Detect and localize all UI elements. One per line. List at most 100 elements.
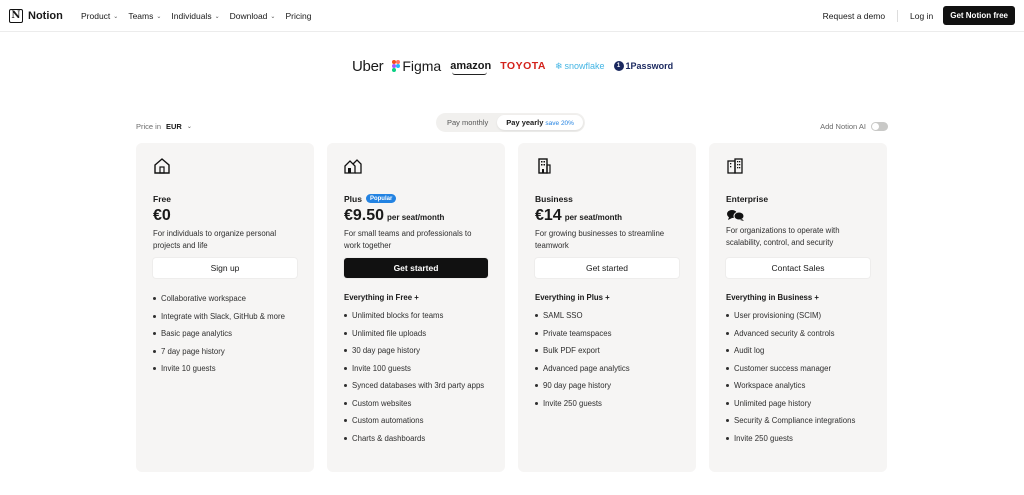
chevron-down-icon: ⌄ <box>156 13 162 20</box>
feature-item: Unlimited page history <box>726 398 870 409</box>
pay-monthly-option[interactable]: Pay monthly <box>438 115 497 130</box>
plan-description: For growing businesses to streamline tea… <box>535 229 665 250</box>
notion-logo[interactable]: N Notion <box>9 9 63 23</box>
pay-yearly-label: Pay yearly <box>506 118 544 127</box>
feature-list: Collaborative workspace Integrate with S… <box>153 293 297 374</box>
price-unit: per seat/month <box>564 213 623 222</box>
login-link[interactable]: Log in <box>910 11 933 21</box>
feature-item: Invite 10 guests <box>153 363 297 374</box>
save-badge: save 20% <box>545 120 574 127</box>
menu-item-individuals[interactable]: Individuals ⌄ <box>171 11 219 21</box>
feature-item: Collaborative workspace <box>153 293 297 304</box>
plan-card-enterprise: Enterprise For organizations to operate … <box>709 143 887 472</box>
plan-description: For small teams and professionals to wor… <box>344 229 472 250</box>
price-amount: €9.50 <box>344 207 385 224</box>
customer-logos: Uber Figma amazon TOYOTA ❄ snowflake 1 1… <box>352 57 674 75</box>
chevron-down-icon: ⌄ <box>270 13 276 20</box>
feature-item: Workspace analytics <box>726 380 870 391</box>
plan-name: Business <box>535 193 573 204</box>
feature-item: Bulk PDF export <box>535 345 679 356</box>
currency-selector[interactable]: Price in EUR ⌄ <box>136 122 192 131</box>
houses-icon <box>344 159 362 174</box>
menu-item-label: Teams <box>128 11 154 21</box>
toyota-logo: TOYOTA <box>500 60 546 72</box>
feature-item: Unlimited blocks for teams <box>344 310 488 321</box>
onepassword-wordmark: 1Password <box>625 61 674 71</box>
popular-badge: Popular <box>365 194 397 203</box>
plan-card-business: Business €14 per seat/month For growing b… <box>518 143 696 472</box>
feature-item: Custom automations <box>344 415 488 426</box>
add-ai-label: Add Notion AI <box>820 122 866 131</box>
snowflake-logo: ❄ snowflake <box>555 61 605 72</box>
main-menu: Product ⌄ Teams ⌄ Individuals ⌄ Download ⌄ P… <box>81 11 311 21</box>
plan-card-free: Free €0 For individuals to organize pers… <box>136 143 314 472</box>
plan-description: For organizations to operate with scalab… <box>726 226 840 247</box>
house-icon <box>154 158 170 174</box>
figma-logo: Figma <box>392 58 441 74</box>
chevron-down-icon: ⌄ <box>214 13 220 20</box>
feature-item: Private teamspaces <box>535 328 679 339</box>
snowflake-icon: ❄ <box>554 60 563 71</box>
feature-item: 30 day page history <box>344 345 488 356</box>
plan-price: €0 <box>153 207 297 226</box>
billing-toggle: Pay monthly Pay yearly save 20% <box>436 113 585 132</box>
feature-item: Unlimited file uploads <box>344 328 488 339</box>
snowflake-wordmark: snowflake <box>564 61 605 71</box>
feature-heading: Everything in Free + <box>344 293 419 302</box>
plan-card-plus: Plus Popular €9.50 per seat/month For smal… <box>327 143 505 472</box>
sign-up-button[interactable]: Sign up <box>153 258 297 278</box>
feature-item: Synced databases with 3rd party apps <box>344 380 488 391</box>
price-in-label: Price in <box>136 122 162 131</box>
chevron-down-icon: ⌄ <box>186 124 192 130</box>
feature-item: Integrate with Slack, GitHub & more <box>153 311 297 322</box>
feature-item: Custom websites <box>344 398 488 409</box>
nav-divider <box>897 9 899 22</box>
feature-item: Advanced page analytics <box>535 363 679 374</box>
amazon-logo: amazon <box>450 60 492 75</box>
pay-yearly-option[interactable]: Pay yearly save 20% <box>497 115 583 130</box>
onepassword-icon: 1 <box>613 61 624 71</box>
currency-value: EUR <box>166 122 182 131</box>
menu-item-pricing[interactable]: Pricing <box>285 11 311 21</box>
feature-item: SAML SSO <box>535 310 679 321</box>
plan-name: Plus <box>344 193 362 204</box>
price-unit: per seat/month <box>387 213 445 222</box>
feature-item: Invite 250 guests <box>535 398 679 409</box>
chat-bubbles-icon <box>726 209 870 221</box>
menu-item-teams[interactable]: Teams ⌄ <box>128 11 161 21</box>
menu-item-label: Individuals <box>171 11 212 21</box>
add-ai-toggle[interactable] <box>871 122 888 131</box>
get-started-button[interactable]: Get started <box>344 258 488 278</box>
chevron-down-icon: ⌄ <box>113 13 119 20</box>
price-amount: €14 <box>535 207 562 224</box>
plan-price: €9.50 per seat/month <box>344 207 488 226</box>
menu-item-download[interactable]: Download ⌄ <box>230 11 276 21</box>
building-icon <box>538 158 551 174</box>
request-demo-link[interactable]: Request a demo <box>823 11 885 21</box>
feature-item: User provisioning (SCIM) <box>726 310 870 321</box>
plan-name: Free <box>153 193 171 204</box>
get-started-button[interactable]: Get started <box>535 258 679 278</box>
add-notion-ai: Add Notion AI <box>820 122 888 131</box>
feature-item: Invite 250 guests <box>726 433 870 444</box>
uber-logo: Uber <box>352 57 384 75</box>
contact-sales-button[interactable]: Contact Sales <box>726 258 870 278</box>
get-notion-free-button[interactable]: Get Notion free <box>943 6 1015 25</box>
figma-wordmark: Figma <box>402 58 442 74</box>
brand-name: Notion <box>28 10 63 22</box>
figma-icon <box>392 60 401 72</box>
plan-name: Enterprise <box>726 193 769 204</box>
notion-logo-icon: N <box>9 9 23 23</box>
menu-item-label: Product <box>81 11 111 21</box>
feature-item: Invite 100 guests <box>344 363 488 374</box>
feature-list: Everything in Free + Unlimited blocks fo… <box>344 293 488 444</box>
menu-item-label: Pricing <box>285 11 312 21</box>
plan-price: €14 per seat/month <box>535 207 679 226</box>
feature-item: Advanced security & controls <box>726 328 870 339</box>
feature-item: Basic page analytics <box>153 328 297 339</box>
price-amount: €0 <box>153 207 171 224</box>
feature-item: 7 day page history <box>153 346 297 357</box>
menu-item-product[interactable]: Product ⌄ <box>81 11 118 21</box>
plan-description: For individuals to organize personal pro… <box>153 229 277 250</box>
onepassword-logo: 1 1Password <box>613 61 674 71</box>
